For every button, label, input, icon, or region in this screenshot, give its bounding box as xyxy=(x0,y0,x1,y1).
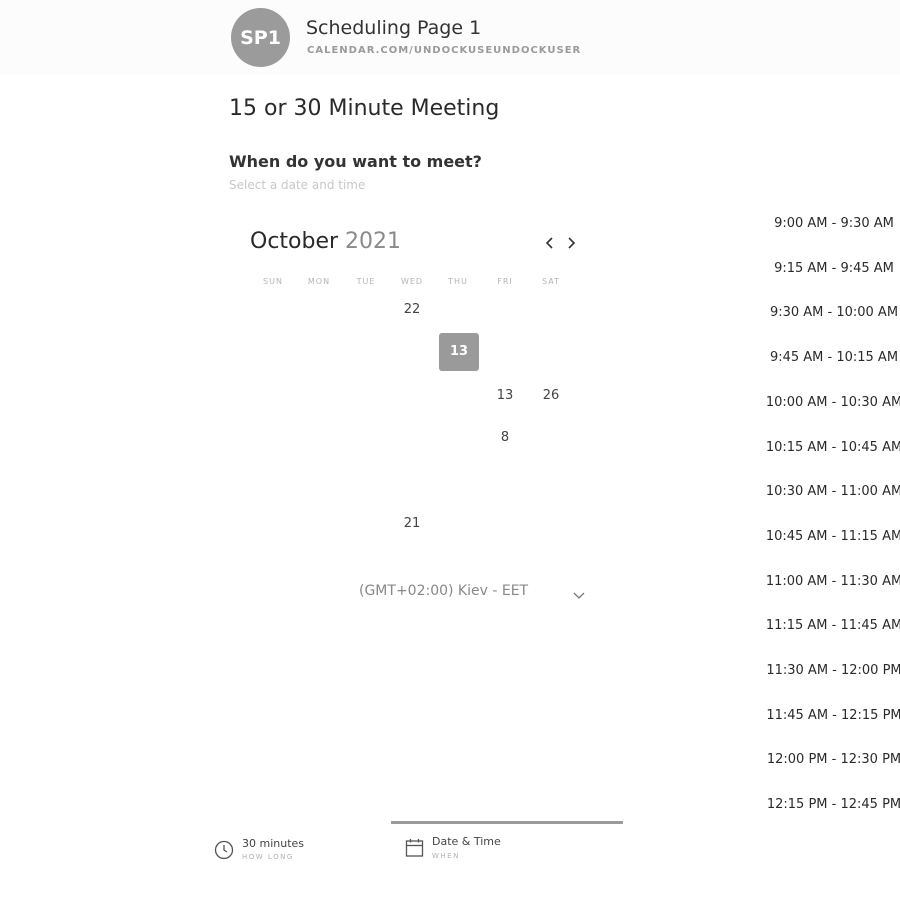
step-date-time-label: Date & Time xyxy=(432,835,501,848)
time-slot-button[interactable]: 12:00 PM - 12:30 PM xyxy=(760,745,900,775)
scheduling-page-name: Scheduling Page 1 xyxy=(306,17,482,39)
calendar-month-label: October 2021 xyxy=(250,229,401,254)
weekday-sat: SAT xyxy=(542,277,560,286)
calendar-day[interactable]: 13 xyxy=(485,377,525,415)
clock-icon xyxy=(214,840,234,860)
chevron-right-icon xyxy=(568,237,576,249)
year-name: 2021 xyxy=(345,229,402,254)
time-slot-button[interactable]: 10:45 AM - 11:15 AM xyxy=(760,522,900,552)
calendar-day[interactable]: 8 xyxy=(485,419,525,457)
when-heading: When do you want to meet? xyxy=(229,152,482,171)
event-title: 15 or 30 Minute Meeting xyxy=(229,96,500,121)
time-slot-button[interactable]: 11:00 AM - 11:30 AM xyxy=(760,567,900,597)
step-duration-sublabel: HOW LONG xyxy=(242,853,294,861)
calendar-day[interactable]: 21 xyxy=(392,505,432,543)
weekday-tue: TUE xyxy=(356,277,376,286)
time-slot-button[interactable]: 9:15 AM - 9:45 AM xyxy=(760,254,900,284)
active-step-indicator xyxy=(391,821,623,824)
step-date-time-sublabel: WHEN xyxy=(432,852,460,860)
calendar-day-selected[interactable]: 13 xyxy=(439,333,479,371)
timezone-select[interactable]: (GMT+02:00) Kiev - EET xyxy=(359,583,528,599)
weekday-thu: THU xyxy=(448,277,468,286)
time-slot-button[interactable]: 9:45 AM - 10:15 AM xyxy=(760,343,900,373)
step-duration-label: 30 minutes xyxy=(242,837,305,850)
time-slot-button[interactable]: 11:45 AM - 12:15 PM xyxy=(760,701,900,731)
time-slot-button[interactable]: 9:00 AM - 9:30 AM xyxy=(760,209,900,239)
calendar-day[interactable]: 22 xyxy=(392,291,432,329)
month-name: October xyxy=(250,229,339,254)
calendar-day[interactable]: 26 xyxy=(531,377,571,415)
next-month-button[interactable] xyxy=(564,235,578,251)
time-slot-button[interactable]: 9:30 AM - 10:00 AM xyxy=(760,298,900,328)
weekday-mon: MON xyxy=(307,277,331,286)
scheduling-page-url[interactable]: CALENDAR.COM/UNDOCKUSEUNDOCKUSER xyxy=(307,45,581,56)
timezone-dropdown-button[interactable] xyxy=(572,588,586,606)
weekday-fri: FRI xyxy=(497,277,513,286)
time-slot-button[interactable]: 10:00 AM - 10:30 AM xyxy=(760,388,900,418)
chevron-down-icon xyxy=(573,592,585,599)
time-slot-button[interactable]: 12:15 PM - 12:45 PM xyxy=(760,790,900,820)
chevron-left-icon xyxy=(545,237,553,249)
header-bar: SP1 Scheduling Page 1 CALENDAR.COM/UNDOC… xyxy=(0,0,900,74)
avatar: SP1 xyxy=(231,8,290,67)
time-slot-button[interactable]: 10:30 AM - 11:00 AM xyxy=(760,477,900,507)
time-slot-button[interactable]: 10:15 AM - 10:45 AM xyxy=(760,433,900,463)
prev-month-button[interactable] xyxy=(543,235,557,251)
weekday-sun: SUN xyxy=(263,277,283,286)
calendar-icon xyxy=(405,839,424,857)
weekday-wed: WED xyxy=(400,277,424,286)
when-subtext: Select a date and time xyxy=(229,178,366,192)
time-slot-button[interactable]: 11:30 AM - 12:00 PM xyxy=(760,656,900,686)
time-slot-button[interactable]: 11:15 AM - 11:45 AM xyxy=(760,611,900,641)
